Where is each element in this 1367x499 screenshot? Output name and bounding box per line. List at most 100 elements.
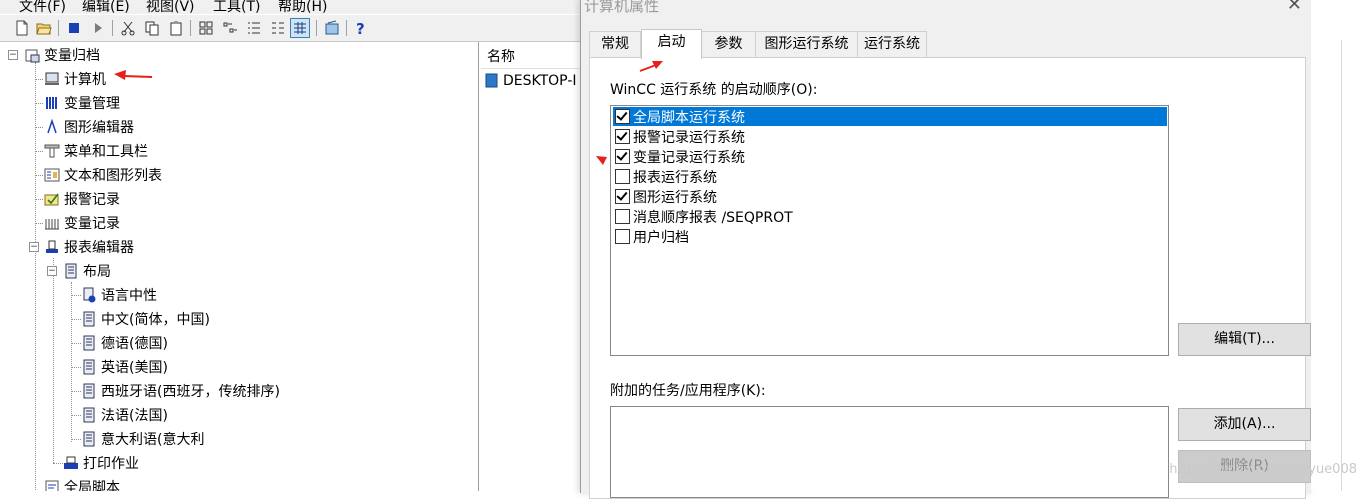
tree-item-layouts[interactable]: 布局 xyxy=(63,259,111,283)
menu-tools[interactable]: 工具(T) xyxy=(213,0,260,14)
toolbar-separator xyxy=(346,20,347,36)
computer-properties-dialog: 计算机属性 ✕ 常规 启动 参数 图形运行系统 运行系统 WinCC 运行系统 … xyxy=(580,0,1312,499)
toolbar-separator xyxy=(190,20,191,36)
list-view-icon[interactable] xyxy=(246,20,262,36)
tree-item-french[interactable]: 法语(法国) xyxy=(81,403,168,427)
tree-item-language-neutral[interactable]: 语言中性 xyxy=(81,283,157,307)
play-icon[interactable] xyxy=(90,20,106,36)
tree-item-german[interactable]: 德语(德国) xyxy=(81,331,168,355)
startup-item-graphics-runtime[interactable]: 图形运行系统 xyxy=(613,187,1168,206)
tree-item-english[interactable]: 英语(美国) xyxy=(81,355,168,379)
startup-item-report-runtime[interactable]: 报表运行系统 xyxy=(613,167,1168,186)
global-script-icon xyxy=(45,480,59,491)
startup-item-global-script-runtime[interactable]: 全局脚本运行系统 xyxy=(613,107,1167,126)
archive-icon xyxy=(25,49,40,63)
document-icon xyxy=(83,311,95,327)
document-icon xyxy=(83,383,95,399)
text-graphic-list-icon xyxy=(44,168,60,182)
tree-item-tag-logging[interactable]: 变量记录 xyxy=(44,211,120,235)
startup-checkbox[interactable] xyxy=(615,169,630,184)
close-icon[interactable]: ✕ xyxy=(1287,0,1302,15)
tree-item-menus-toolbars[interactable]: 菜单和工具栏 xyxy=(44,139,148,163)
additional-tasks-list[interactable] xyxy=(610,406,1169,498)
tree-item-italian[interactable]: 意大利语(意大利 xyxy=(81,427,204,451)
tree-item-graphics-designer[interactable]: 图形编辑器 xyxy=(44,115,134,139)
layout-icon xyxy=(65,263,77,279)
tree-view-icon[interactable] xyxy=(270,20,286,36)
startup-checkbox[interactable] xyxy=(615,189,630,204)
tab-startup[interactable]: 启动 xyxy=(641,29,702,59)
large-icons-view-icon[interactable] xyxy=(198,20,214,36)
startup-order-label: WinCC 运行系统 的启动顺序(O): xyxy=(610,82,818,98)
document-icon xyxy=(83,359,95,375)
toolbar-separator xyxy=(58,20,59,36)
computer-icon xyxy=(485,73,498,88)
startup-checkbox[interactable] xyxy=(615,209,630,224)
tree-item-tag-archive[interactable]: 变量归档 xyxy=(24,43,100,67)
details-view-icon[interactable] xyxy=(290,18,310,38)
tree-item-print-jobs[interactable]: 打印作业 xyxy=(63,451,139,475)
tree-item-chinese[interactable]: 中文(简体，中国) xyxy=(81,307,210,331)
tree-item-tag-management[interactable]: 变量管理 xyxy=(44,91,120,115)
tree-item-text-graphic-lists[interactable]: 文本和图形列表 xyxy=(44,163,162,187)
menu-view[interactable]: 视图(V) xyxy=(146,0,195,14)
collapse-toggle[interactable]: − xyxy=(47,266,57,276)
tab-runtime[interactable]: 运行系统 xyxy=(857,31,927,57)
startup-checkbox[interactable] xyxy=(615,229,630,244)
collapse-toggle[interactable]: − xyxy=(29,242,39,252)
tree-item-alarm-logging[interactable]: 报警记录 xyxy=(44,187,120,211)
cut-icon[interactable] xyxy=(120,20,136,36)
startup-item-user-archive[interactable]: 用户归档 xyxy=(613,227,1168,246)
list-item-computer[interactable]: DESKTOP-I xyxy=(485,71,577,91)
menu-file[interactable]: 文件(F) xyxy=(19,0,66,14)
tab-parameters[interactable]: 参数 xyxy=(701,31,756,57)
window-divider xyxy=(1341,40,1342,491)
menu-edit[interactable]: 编辑(E) xyxy=(82,0,130,14)
startup-item-seqprot[interactable]: 消息顺序报表 /SEQPROT xyxy=(613,207,1168,226)
computer-icon xyxy=(45,72,59,85)
tree-item-spanish[interactable]: 西班牙语(西班牙，传统排序) xyxy=(81,379,280,403)
language-neutral-icon xyxy=(83,287,96,303)
add-button[interactable]: 添加(A)... xyxy=(1178,408,1311,441)
annotation-arrow xyxy=(639,61,663,72)
startup-checkbox[interactable] xyxy=(615,109,630,124)
watermark: https://blog.csdn.net/yue008 xyxy=(1169,462,1357,477)
paste-icon[interactable] xyxy=(168,20,184,36)
annotation-arrow xyxy=(596,156,607,165)
background-window xyxy=(1311,0,1367,491)
menu-help[interactable]: 帮助(H) xyxy=(278,0,327,14)
startup-order-list[interactable]: 全局脚本运行系统 报警记录运行系统 变量记录运行系统 报表运行系统 图形运行系统… xyxy=(610,105,1169,356)
list-header: 名称 xyxy=(481,42,581,69)
menu-toolbar-icon xyxy=(44,144,60,158)
startup-checkbox[interactable] xyxy=(615,149,630,164)
startup-item-alarm-logging-runtime[interactable]: 报警记录运行系统 xyxy=(613,127,1168,146)
startup-checkbox[interactable] xyxy=(615,129,630,144)
column-name-header[interactable]: 名称 xyxy=(487,46,515,66)
copy-icon[interactable] xyxy=(144,20,160,36)
properties-icon[interactable] xyxy=(324,20,340,36)
new-file-icon[interactable] xyxy=(14,20,30,36)
document-icon xyxy=(83,431,95,447)
open-folder-icon[interactable] xyxy=(36,20,52,36)
detail-list[interactable]: 名称 DESKTOP-I xyxy=(481,42,581,491)
tree-item-computer[interactable]: 计算机 xyxy=(44,67,106,91)
tree-item-report-designer[interactable]: 报表编辑器 xyxy=(44,235,134,259)
edit-button[interactable]: 编辑(T)... xyxy=(1178,323,1311,356)
stop-icon[interactable] xyxy=(66,20,82,36)
toolbar-separator xyxy=(316,20,317,36)
project-tree[interactable]: − − − 变量归档 计算机 变量管理 图形编辑器 菜单和工具栏 文本和图形列表… xyxy=(0,42,479,491)
tag-management-icon xyxy=(46,97,57,109)
report-designer-icon xyxy=(46,240,58,253)
small-icons-view-icon[interactable] xyxy=(222,20,238,36)
startup-item-tag-logging-runtime[interactable]: 变量记录运行系统 xyxy=(613,147,1168,166)
document-icon xyxy=(83,407,95,423)
additional-tasks-label: 附加的任务/应用程序(K): xyxy=(610,383,766,399)
dialog-title: 计算机属性 xyxy=(584,0,660,15)
tree-item-global-script[interactable]: 全局脚本 xyxy=(44,475,120,491)
collapse-toggle[interactable]: − xyxy=(8,50,18,60)
tab-general[interactable]: 常规 xyxy=(589,31,641,57)
alarm-logging-icon xyxy=(44,193,59,206)
tab-graphics-runtime[interactable]: 图形运行系统 xyxy=(755,31,858,57)
help-icon[interactable]: ? xyxy=(352,20,368,36)
print-job-icon xyxy=(64,456,78,469)
